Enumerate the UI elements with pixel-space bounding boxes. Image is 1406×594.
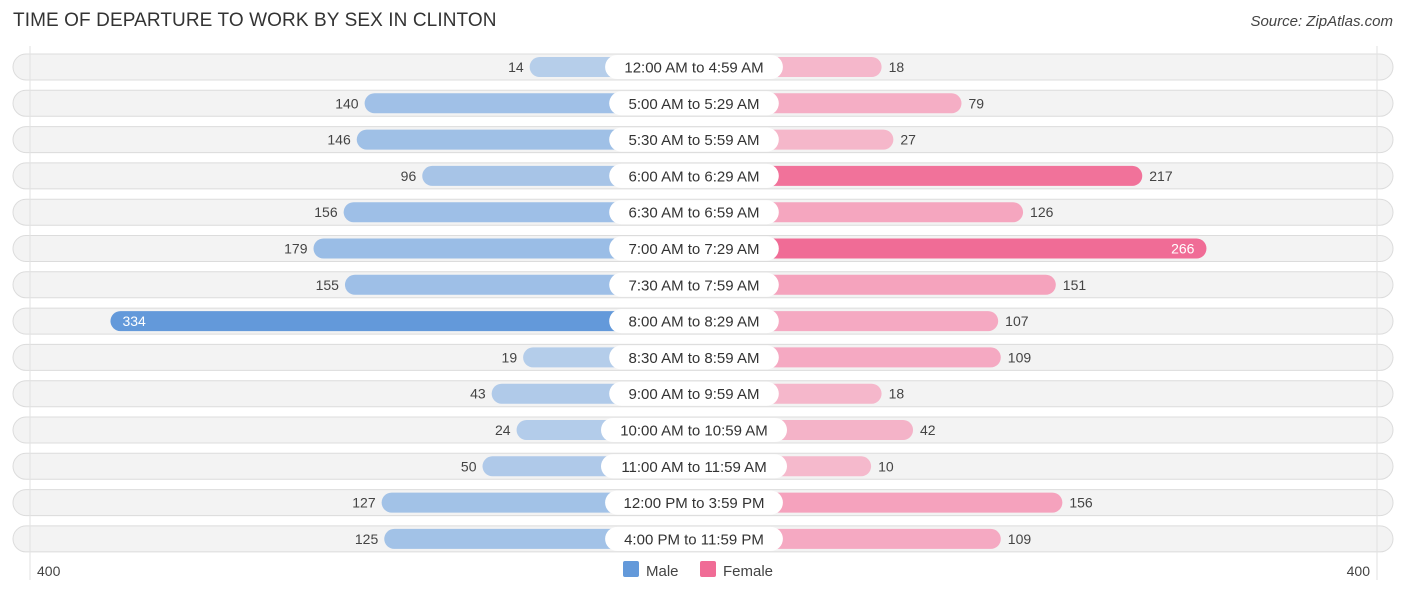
male-value-label: 334 [122,313,146,329]
category-label: 6:30 AM to 6:59 AM [629,205,760,222]
chart-row: 11:00 AM to 11:59 AM 50 10 [12,452,1394,480]
category-label: 10:00 AM to 10:59 AM [620,423,768,440]
chart-row: 7:30 AM to 7:59 AM 155 151 [12,271,1394,299]
chart-row: 8:00 AM to 8:29 AM 334 107 [12,307,1394,335]
legend-male-label: Male [646,563,679,580]
chart-row: 10:00 AM to 10:59 AM 24 42 [12,416,1394,444]
legend-female-swatch [700,561,716,577]
female-value-label: 79 [968,95,984,111]
legend-female-label: Female [723,563,773,580]
female-value-label: 10 [878,458,894,474]
male-value-label: 156 [314,204,338,220]
male-value-label: 140 [335,95,359,111]
female-value-label: 42 [920,422,936,438]
chart-row: 12:00 AM to 4:59 AM 14 18 [12,53,1394,81]
chart-row: 9:00 AM to 9:59 AM 43 18 [12,380,1394,408]
female-value-label: 266 [1171,241,1195,257]
male-value-label: 96 [401,168,417,184]
male-value-label: 19 [502,349,518,365]
chart-row: 4:00 PM to 11:59 PM 125 109 [12,525,1394,553]
category-label: 7:30 AM to 7:59 AM [629,277,760,294]
chart-row: 7:00 AM to 7:29 AM 179 266 [12,235,1394,262]
chart-row: 5:30 AM to 5:59 AM 146 27 [12,126,1394,154]
male-value-label: 50 [461,458,477,474]
female-value-label: 107 [1005,313,1029,329]
category-label: 9:00 AM to 9:59 AM [629,386,760,403]
female-value-label: 18 [889,59,905,75]
chart-row: 6:30 AM to 6:59 AM 156 126 [12,198,1394,226]
legend-male-swatch [623,561,639,577]
axis-left-label: 400 [37,563,61,579]
male-value-label: 14 [508,59,524,75]
legend: Male Female [623,561,773,580]
male-value-label: 24 [495,422,511,438]
female-value-label: 18 [889,386,905,402]
female-value-label: 156 [1069,495,1093,511]
female-value-label: 109 [1008,531,1032,547]
chart-row: 6:00 AM to 6:29 AM 96 217 [12,162,1394,190]
category-label: 5:00 AM to 5:29 AM [629,96,760,113]
category-label: 12:00 AM to 4:59 AM [624,60,763,77]
male-value-label: 146 [327,132,351,148]
male-value-label: 43 [470,386,486,402]
category-label: 7:00 AM to 7:29 AM [629,241,760,258]
male-value-label: 125 [355,531,379,547]
chart-row: 8:30 AM to 8:59 AM 19 109 [12,343,1394,371]
category-label: 6:00 AM to 6:29 AM [629,168,760,185]
category-label: 5:30 AM to 5:59 AM [629,132,760,149]
female-value-label: 217 [1149,168,1173,184]
female-value-label: 126 [1030,204,1054,220]
male-value-label: 127 [352,495,376,511]
category-label: 11:00 AM to 11:59 AM [621,459,766,476]
axis-right-label: 400 [1347,563,1371,579]
male-value-label: 179 [284,241,308,257]
category-label: 8:00 AM to 8:29 AM [629,314,760,331]
male-value-label: 155 [316,277,340,293]
female-value-label: 151 [1063,277,1087,293]
female-value-label: 109 [1008,349,1032,365]
category-label: 8:30 AM to 8:59 AM [629,350,760,367]
chart-row: 12:00 PM to 3:59 PM 127 156 [12,489,1394,517]
category-label: 12:00 PM to 3:59 PM [624,495,765,512]
category-label: 4:00 PM to 11:59 PM [624,531,764,548]
diverging-bar-chart: 12:00 AM to 4:59 AM 14 18 5:00 AM to 5:29 A… [12,46,1394,580]
chart-row: 5:00 AM to 5:29 AM 140 79 [12,89,1394,117]
female-value-label: 27 [900,132,916,148]
